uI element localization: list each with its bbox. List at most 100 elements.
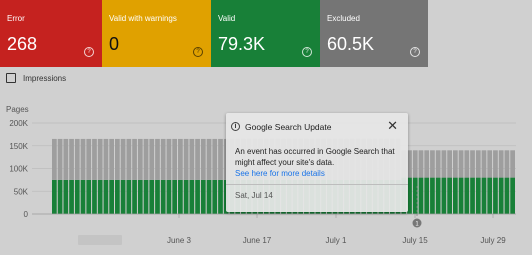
excluded-bar <box>441 150 447 178</box>
excluded-bar <box>149 138 155 180</box>
more-details-link[interactable]: See here for more details <box>235 169 325 178</box>
excluded-bar <box>126 138 132 180</box>
valid-bar <box>447 177 452 214</box>
valid-bar <box>183 179 189 214</box>
excluded-bar <box>464 150 470 178</box>
valid-bar <box>441 177 447 214</box>
excluded-bar <box>103 138 109 180</box>
excluded-bar <box>80 138 86 180</box>
valid-bar <box>189 179 195 214</box>
valid-bar <box>52 179 57 214</box>
excluded-bar <box>212 138 218 180</box>
valid-bar <box>487 177 493 214</box>
excluded-bar <box>137 138 143 180</box>
valid-bar <box>126 179 132 214</box>
tooltip-title: Google Search Update <box>245 122 332 132</box>
valid-bar <box>504 177 510 214</box>
valid-bar <box>200 179 206 214</box>
excluded-bar <box>63 138 69 180</box>
close-icon[interactable]: ✕ <box>387 119 398 132</box>
excluded-bar <box>178 138 183 180</box>
valid-bar <box>132 179 137 214</box>
valid-bar <box>155 179 160 214</box>
valid-bar <box>424 177 430 214</box>
search-update-tooltip: i Google Search Update ✕ An event has oc… <box>226 113 408 212</box>
excluded-bar <box>493 150 498 178</box>
excluded-bar <box>430 150 435 178</box>
excluded-bar <box>452 150 458 178</box>
valid-bar <box>218 179 223 214</box>
tooltip-divider <box>226 184 408 185</box>
valid-bar <box>464 177 470 214</box>
excluded-bar <box>475 150 481 178</box>
x-tick-label: July 15 <box>402 236 428 245</box>
excluded-bar <box>115 138 120 180</box>
excluded-bar <box>418 150 424 178</box>
excluded-bar <box>195 138 200 180</box>
valid-bar <box>109 179 115 214</box>
excluded-bar <box>132 138 137 180</box>
y-tick-label: 150K <box>9 142 28 151</box>
valid-bar <box>418 177 424 214</box>
excluded-bar <box>424 150 430 178</box>
valid-bar <box>475 177 481 214</box>
valid-bar <box>206 179 212 214</box>
valid-bar <box>430 177 435 214</box>
valid-bar <box>160 179 166 214</box>
excluded-bar <box>481 150 487 178</box>
valid-bar <box>212 179 218 214</box>
excluded-bar <box>86 138 92 180</box>
valid-bar <box>498 177 504 214</box>
valid-bar <box>195 179 200 214</box>
excluded-bar <box>143 138 149 180</box>
y-tick-label: 50K <box>14 187 29 196</box>
excluded-bar <box>57 138 63 180</box>
excluded-bar <box>510 150 515 178</box>
excluded-bar <box>166 138 172 180</box>
x-tick-label: July 29 <box>480 236 506 245</box>
valid-bar <box>470 177 475 214</box>
valid-bar <box>481 177 487 214</box>
tooltip-body: An event has occurred in Google Search t… <box>235 147 395 167</box>
excluded-bar <box>155 138 160 180</box>
excluded-bar <box>183 138 189 180</box>
valid-bar <box>510 177 515 214</box>
valid-bar <box>86 179 92 214</box>
x-tick-label: June 17 <box>243 236 272 245</box>
excluded-bar <box>74 138 80 180</box>
excluded-bar <box>487 150 493 178</box>
excluded-bar <box>412 150 418 178</box>
valid-bar <box>493 177 498 214</box>
excluded-bar <box>172 138 178 180</box>
valid-bar <box>452 177 458 214</box>
valid-bar <box>57 179 63 214</box>
valid-bar <box>63 179 69 214</box>
excluded-bar <box>498 150 504 178</box>
valid-bar <box>69 179 74 214</box>
excluded-bar <box>447 150 452 178</box>
valid-bar <box>172 179 178 214</box>
y-tick-label: 100K <box>9 165 28 174</box>
excluded-bar <box>504 150 510 178</box>
excluded-bar <box>92 138 97 180</box>
excluded-bar <box>189 138 195 180</box>
valid-bar <box>458 177 464 214</box>
x-tick-label: July 1 <box>326 236 347 245</box>
excluded-bar <box>69 138 74 180</box>
valid-bar <box>103 179 109 214</box>
tooltip-date: Sat, Jul 14 <box>235 191 273 200</box>
valid-bar <box>137 179 143 214</box>
valid-bar <box>166 179 172 214</box>
y-tick-label: 0 <box>24 210 29 219</box>
excluded-bar <box>109 138 115 180</box>
info-icon: i <box>231 122 240 131</box>
excluded-bar <box>218 138 223 180</box>
valid-bar <box>178 179 183 214</box>
excluded-bar <box>52 138 57 180</box>
x-tick-label: June 3 <box>167 236 192 245</box>
excluded-bar <box>120 138 126 180</box>
excluded-bar <box>458 150 464 178</box>
excluded-bar <box>206 138 212 180</box>
valid-bar <box>435 177 441 214</box>
valid-bar <box>115 179 120 214</box>
